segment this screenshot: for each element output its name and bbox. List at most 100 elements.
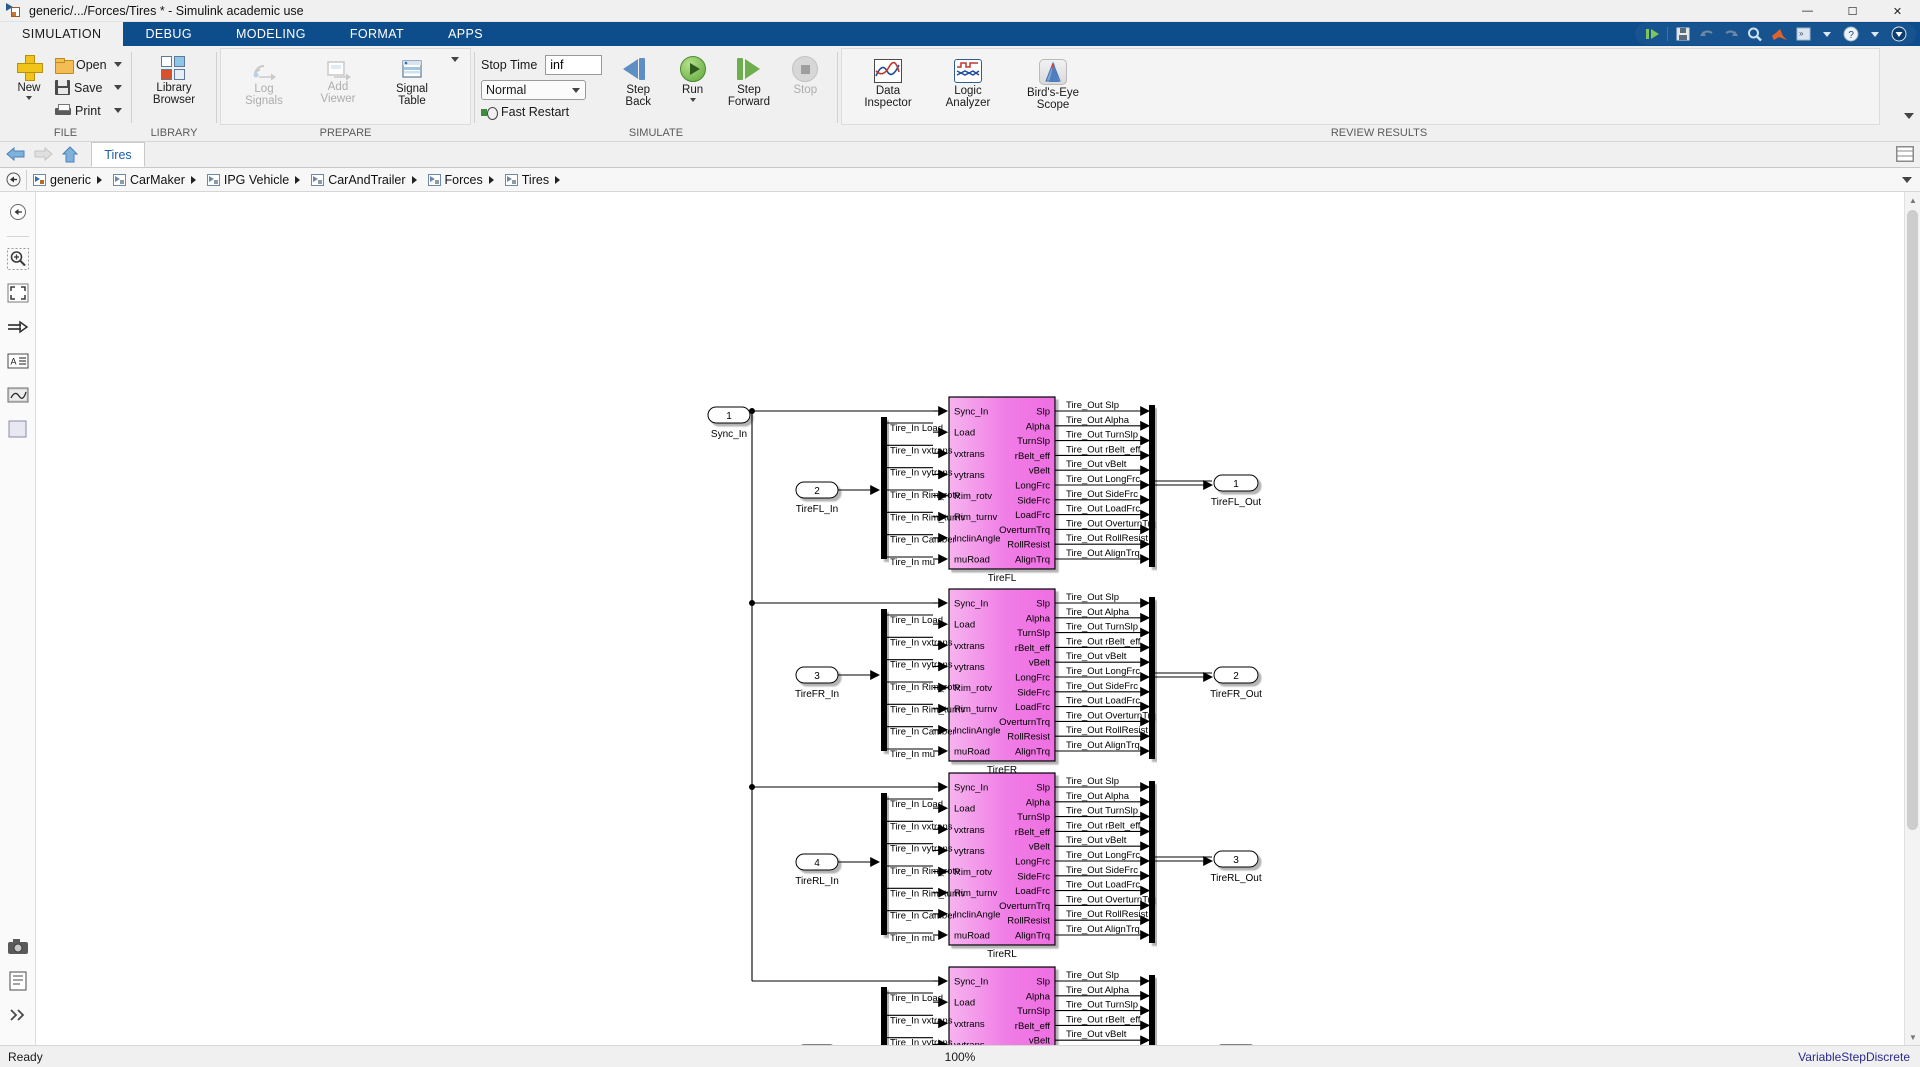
breadcrumb-item-ipg-vehicle[interactable]: IPG Vehicle [201,173,292,187]
scope-icon[interactable] [6,383,30,407]
input-bus-selector-2[interactable] [881,793,887,935]
library-browser-button[interactable]: Library Browser [138,54,210,106]
block-icon[interactable] [6,417,30,441]
step-back-button[interactable]: Step Back [610,50,667,108]
layout-grid-icon[interactable] [1896,146,1914,162]
model-canvas[interactable]: 1 Sync_In TireFL Sync_In Load vxtrans vytrans R… [36,192,1920,1045]
simulation-mode-caret-icon[interactable] [572,87,580,93]
input-bus-selector-0[interactable] [881,417,887,559]
logic-analyzer-label: Logic Analyzer [945,85,991,109]
input-bus-selector-1[interactable] [881,609,887,751]
solver-name[interactable]: VariableStepDiscrete [1798,1050,1910,1064]
tab-modeling[interactable]: MODELING [214,22,328,46]
minimize-button[interactable]: — [1785,0,1830,22]
block-output-label-0-10: AlignTrq [1015,555,1050,566]
navigate-back-icon[interactable] [0,168,26,192]
qat-undo-icon[interactable] [1696,25,1718,43]
prepare-more-caret-icon[interactable] [451,57,459,62]
fit-to-view-icon[interactable] [6,281,30,305]
qat-help-caret-icon[interactable] [1864,25,1886,43]
breadcrumb-item-tires[interactable]: Tires [499,173,552,187]
qat-shortcuts-icon[interactable]: » [1792,25,1814,43]
qat-step-forward-icon[interactable] [1641,25,1663,43]
annotation-icon[interactable]: A [6,349,30,373]
breadcrumb-arrow-4-icon [488,175,494,184]
run-caret-icon[interactable] [689,98,696,102]
navigate-up-icon[interactable] [6,200,30,224]
output-bus-creator-3[interactable] [1149,975,1155,1045]
camera-icon[interactable] [6,935,30,959]
report-icon[interactable] [6,969,30,993]
stop-time-input[interactable] [545,55,603,75]
model-tab-tires[interactable]: Tires [91,142,145,167]
breadcrumb-item-carmaker[interactable]: CarMaker [107,173,188,187]
output-bus-creator-2[interactable] [1149,781,1155,943]
breadcrumb-overflow-caret-icon[interactable] [1902,176,1912,183]
bus-out-label-1-8: Tire_Out OverturnTrq [1066,710,1156,721]
block-output-label-1-0: Slp [1036,599,1050,610]
signal-routing-icon[interactable] [6,315,30,339]
up-arrow-icon[interactable] [59,145,81,165]
fast-restart-label: Fast Restart [501,105,570,119]
block-output-label-1-4: vBelt [1029,658,1050,669]
block-output-label-2-7: LoadFrc [1015,886,1050,897]
print-caret-icon[interactable] [114,108,122,113]
qat-matlab-icon[interactable] [1768,25,1790,43]
forward-arrow-icon[interactable] [32,145,54,165]
qat-search-icon[interactable] [1744,25,1766,43]
canvas-vertical-scrollbar[interactable]: ▲ ▼ [1904,192,1920,1045]
simulation-mode-select[interactable]: Normal [481,80,586,100]
signal-table-button[interactable]: Signal Table [375,57,449,107]
tab-simulation[interactable]: SIMULATION [0,22,124,46]
zoom-icon[interactable] [6,247,30,271]
output-bus-creator-1[interactable] [1149,597,1155,759]
qat-redo-icon[interactable] [1720,25,1742,43]
bus-in-label-1-5: Tire_In Camber [890,727,956,738]
print-button[interactable]: Print [52,99,125,122]
run-button[interactable]: Run [667,50,718,102]
expand-icon[interactable] [6,1003,30,1027]
block-input-label-1-3: vytrans [954,662,985,673]
input-bus-selector-3[interactable] [881,987,887,1045]
qat-more-icon[interactable] [1888,25,1910,43]
back-arrow-icon[interactable] [5,145,27,165]
scroll-up-arrow-icon[interactable]: ▲ [1905,192,1920,208]
breadcrumb-item-carandtrailer[interactable]: CarAndTrailer [305,173,408,187]
log-signals-icon [251,59,277,81]
birds-eye-scope-button[interactable]: Bird's-Eye Scope [1008,57,1098,111]
logic-analyzer-button[interactable]: Logic Analyzer [928,57,1008,109]
stop-button[interactable]: Stop [780,50,831,96]
breadcrumb-item-forces[interactable]: Forces [422,173,486,187]
open-button[interactable]: Open [52,53,125,76]
canvas-scroll-thumb[interactable] [1907,210,1918,830]
tab-format[interactable]: FORMAT [328,22,426,46]
qat-save-icon[interactable] [1672,25,1694,43]
save-button[interactable]: Save [52,76,125,99]
bus-out-label-0-10: Tire_Out AlignTrq [1066,548,1140,559]
qat-help-icon[interactable]: ? [1840,25,1862,43]
maximize-button[interactable]: ☐ [1830,0,1875,22]
breadcrumb-item-generic[interactable]: generic [27,173,94,187]
add-viewer-button[interactable]: Add Viewer [301,57,375,105]
step-forward-button[interactable]: Step Forward [718,50,779,108]
qat-separator [1667,27,1668,41]
block-diagram: 1 Sync_In TireFL Sync_In Load vxtrans vytrans R… [707,396,1262,1045]
open-button-label: Open [76,57,107,72]
block-input-label-0-0: Sync_In [954,407,988,418]
close-button[interactable]: ✕ [1875,0,1920,22]
fast-restart-button[interactable]: Fast Restart [481,105,610,120]
output-bus-creator-0[interactable] [1149,405,1155,567]
ribbon-expand-caret-icon[interactable] [1904,113,1914,119]
qat-shortcuts-caret-icon[interactable] [1816,25,1838,43]
tab-apps[interactable]: APPS [426,22,505,46]
tab-debug[interactable]: DEBUG [123,22,213,46]
scroll-down-arrow-icon[interactable]: ▼ [1905,1029,1920,1045]
new-caret-icon[interactable] [26,96,32,100]
save-caret-icon[interactable] [114,85,122,90]
zoom-level[interactable]: 100% [945,1050,976,1064]
new-button[interactable]: New [6,50,52,125]
open-caret-icon[interactable] [114,62,122,67]
data-inspector-button[interactable]: Data Inspector [848,57,928,109]
log-signals-button[interactable]: Log Signals [227,57,301,107]
block-output-label-0-7: LoadFrc [1015,510,1050,521]
